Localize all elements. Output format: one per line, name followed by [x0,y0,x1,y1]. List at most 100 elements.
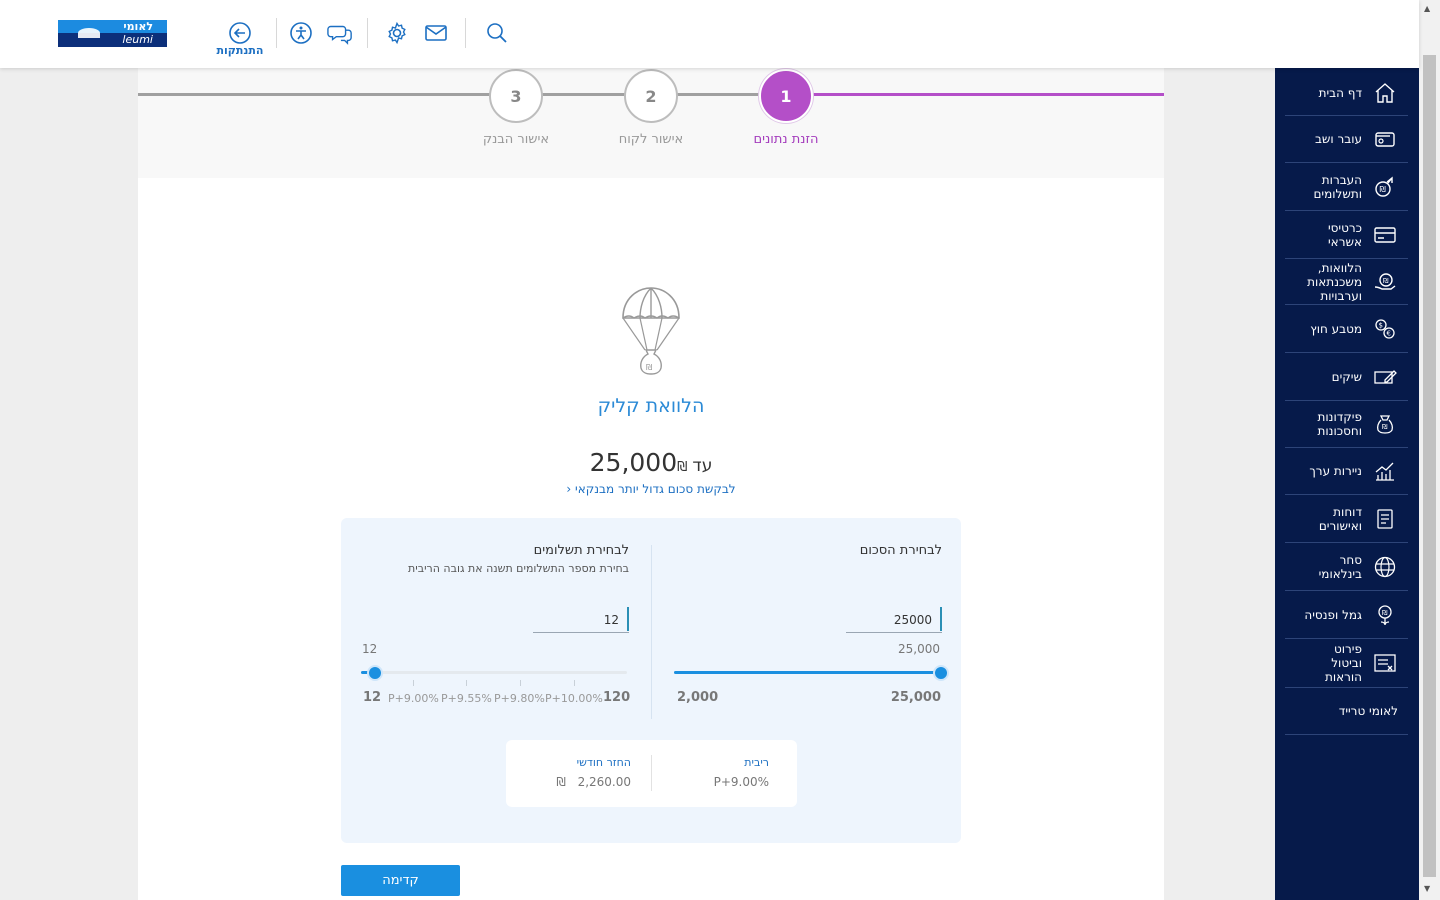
amount-max-label: 25,000 [890,690,941,705]
amount-section-title: לבחירת הסכום [859,543,942,558]
logout-label[interactable]: התנתקות [212,44,268,57]
product-title: הלוואת קליק [597,395,705,417]
sidebar-item-transfers[interactable]: העברות ותשלומים ₪ [1285,163,1408,211]
amount-prefix: עד [692,456,713,476]
svg-text:₪: ₪ [1382,609,1388,617]
sidebar-item-label: הלוואות, משכנתאות וערבויות [1307,260,1362,303]
payments-slider-thumb[interactable] [367,665,383,681]
search-icon[interactable] [484,20,510,46]
logout-icon[interactable] [227,20,253,46]
sidebar-item-label: לאומי טרייד [1338,704,1398,718]
logo-text-he: לאומי [123,20,153,33]
payments-section-title: לבחירת תשלומים [533,543,629,558]
amount-value: 25,000 [589,448,678,477]
accessibility-icon[interactable] [288,20,314,46]
step-3-circle: 3 [489,69,543,123]
amount-input-value: 25000 [893,613,932,627]
sidebar-item-label: פיקדונות וחסכונות [1317,410,1362,438]
payments-min-label: 12 [363,690,382,705]
loan-result-box: ריבית P+9.00% החזר חודשי 2,260.00 ₪ [506,740,797,807]
sidebar-item-savings[interactable]: פיקדונות וחסכונות ₪ [1285,401,1408,448]
currency-icon: $ € [1372,316,1398,342]
sidebar-item-credit-cards[interactable]: כרטיסי אשראי [1285,211,1408,259]
mail-icon[interactable] [423,20,449,46]
sidebar-item-checking[interactable]: עובר ושב [1285,116,1408,163]
sidebar-item-securities[interactable]: ניירות ערך [1285,448,1408,495]
step-1-circle: 1 [759,69,813,123]
loan-icon: ₪ [1372,269,1398,295]
monthly-payment-value: 2,260.00 ₪ [516,775,631,789]
amount-input[interactable]: 25000 [846,605,942,633]
step-2-label: אישור לקוח [618,132,684,147]
logo-text-en: leumi [122,33,153,46]
payments-input[interactable]: 12 [533,605,629,633]
sidebar-item-leumi-trade[interactable]: לאומי טרייד [1285,688,1408,735]
transfer-icon: ₪ [1372,174,1398,200]
svg-text:$: $ [1379,321,1383,329]
monthly-payment-amount: 2,260.00 [577,775,631,789]
globe-icon [1372,554,1398,580]
max-amount: עד 25,000₪ [501,448,801,477]
amount-slider-fill [674,671,942,674]
main-sidebar: דף הבית עובר ושב העברות ותשלומים ₪ כרטיס… [1275,68,1419,900]
chevron-left-icon: ‹ [566,482,572,496]
securities-icon [1372,458,1398,484]
scroll-thumb[interactable] [1423,55,1436,877]
sidebar-item-reports[interactable]: דוחות ואישורים [1285,495,1408,543]
sidebar-item-foreign-currency[interactable]: מטבע חוץ $ € [1285,305,1408,353]
slider-tick [520,680,521,686]
monthly-payment-title: החזר חודשי [576,756,631,769]
next-button[interactable]: קדימה [341,865,460,896]
bigger-amount-link-text: לבקשת סכום גדול יותר מבנקאי [575,482,736,496]
svg-text:₪: ₪ [646,363,652,372]
sidebar-item-label: שיקים [1331,369,1362,384]
monthly-payment-currency: ₪ [556,775,566,789]
payments-slider-track[interactable] [361,671,627,674]
amount-current-value: 25,000 [898,642,940,656]
sidebar-item-label: כרטיסי אשראי [1327,220,1362,249]
credit-card-icon [1372,222,1398,248]
amount-slider-thumb[interactable] [933,665,949,681]
calculator-divider [651,545,652,719]
leumi-logo[interactable]: לאומי leumi [58,20,167,47]
savings-icon: ₪ [1372,411,1398,437]
wallet-icon [1372,126,1398,152]
sidebar-item-label: מטבע חוץ [1310,321,1362,336]
sidebar-item-international-trade[interactable]: סחר בינלאומי [1285,543,1408,591]
sidebar-item-label: דף הבית [1318,86,1362,100]
sidebar-item-loans[interactable]: הלוואות, משכנתאות וערבויות ₪ [1285,259,1408,305]
svg-text:₪: ₪ [1382,423,1388,431]
scroll-up-arrow-icon[interactable]: ▲ [1424,4,1430,13]
sidebar-item-label: עובר ושב [1314,132,1362,146]
parachute-icon: ₪ [622,287,680,375]
orders-icon [1372,650,1398,676]
step-3-label: אישור הבנק [482,132,550,147]
bigger-amount-link[interactable]: לבקשת סכום גדול יותר מבנקאי ‹ [501,482,801,496]
sidebar-item-pension[interactable]: גמל ופנסיה ₪ [1285,591,1408,639]
sidebar-item-orders[interactable]: פירוט וביטול הוראות [1285,639,1408,688]
payments-input-value: 12 [603,613,619,627]
amount-currency: ₪ [677,460,688,475]
sidebar-item-label: העברות ותשלומים [1313,172,1362,201]
sidebar-item-cheques[interactable]: שיקים [1285,353,1408,401]
loan-calculator: לבחירת הסכום 25000 25,000 2,000 25,000 ל… [341,518,961,843]
cheque-icon [1372,364,1398,390]
home-icon [1372,80,1398,106]
chat-icon[interactable] [327,20,353,46]
reports-icon [1372,506,1398,532]
scroll-down-arrow-icon[interactable]: ▼ [1424,884,1430,893]
slider-tick [466,680,467,686]
rate-tick-label: P+9.80% [494,692,545,705]
rate-tick-label: P+9.00% [388,692,439,705]
header-divider [276,18,277,48]
svg-text:€: € [1387,329,1391,337]
step-line-active [788,93,1164,96]
sidebar-item-home[interactable]: דף הבית [1285,71,1408,116]
step-1-label: הזנת נתונים [753,132,819,147]
rate-tick-label: P+9.55% [441,692,492,705]
amount-min-label: 2,000 [677,690,719,705]
progress-steps: 3 2 1 אישור הבנק אישור לקוח הזנת נתונים [138,68,1164,178]
rate-value: P+9.00% [713,775,769,789]
rate-tick-label: P+10.00% [545,692,603,705]
settings-icon[interactable] [384,20,410,46]
